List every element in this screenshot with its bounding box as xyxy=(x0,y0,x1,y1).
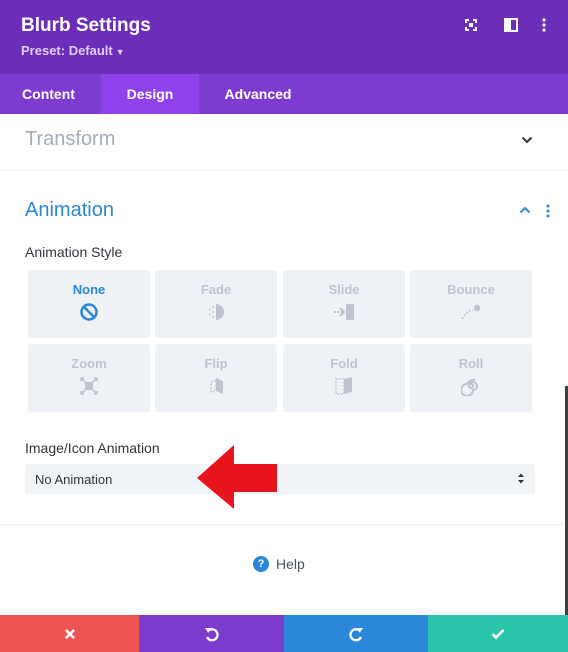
bounce-icon xyxy=(461,304,481,320)
caret-down-icon: ▼ xyxy=(115,47,125,57)
animation-option-fold[interactable]: Fold xyxy=(283,344,405,412)
section-divider xyxy=(0,170,568,171)
section-divider xyxy=(0,524,568,525)
tab-bar: Content Design Advanced xyxy=(0,74,568,114)
more-vertical-icon[interactable] xyxy=(536,17,552,33)
animation-option-slide[interactable]: Slide xyxy=(283,270,405,338)
animation-option-roll[interactable]: Roll xyxy=(410,344,532,412)
undo-button[interactable] xyxy=(139,615,284,652)
animation-style-grid: None Fade Slide Bounce Zoom Flip Fold Ro… xyxy=(28,270,532,412)
animation-option-fade[interactable]: Fade xyxy=(155,270,277,338)
settings-header: Blurb Settings Preset: Default ▼ xyxy=(0,0,568,74)
redo-button[interactable] xyxy=(284,615,428,652)
animation-option-none[interactable]: None xyxy=(28,270,150,338)
tab-advanced[interactable]: Advanced xyxy=(199,74,317,114)
discard-button[interactable] xyxy=(0,615,139,652)
select-arrows-icon xyxy=(518,473,524,484)
ban-icon xyxy=(80,303,98,321)
option-label: Bounce xyxy=(447,282,495,297)
animation-option-bounce[interactable]: Bounce xyxy=(410,270,532,338)
animation-style-label: Animation Style xyxy=(25,244,123,260)
fade-icon xyxy=(209,304,224,320)
chevron-down-icon[interactable] xyxy=(521,135,533,145)
modal-title: Blurb Settings xyxy=(21,15,151,36)
option-label: Flip xyxy=(204,356,228,371)
option-label: Fold xyxy=(330,356,358,371)
preset-label: Preset: Default xyxy=(21,43,113,58)
sidebar-icon[interactable] xyxy=(503,17,519,33)
zoom-icon xyxy=(80,377,98,395)
expand-icon[interactable] xyxy=(463,17,479,33)
check-icon xyxy=(491,628,505,639)
select-value: No Animation xyxy=(35,472,113,487)
help-label: Help xyxy=(276,556,305,572)
section-more-icon[interactable] xyxy=(544,204,552,218)
animation-option-zoom[interactable]: Zoom xyxy=(28,344,150,412)
animation-option-flip[interactable]: Flip xyxy=(155,344,277,412)
image-icon-animation-select[interactable]: No Animation xyxy=(25,464,535,494)
chevron-up-icon[interactable] xyxy=(519,205,531,215)
transform-section-toggle[interactable]: Transform xyxy=(25,128,115,151)
image-icon-animation-label: Image/Icon Animation xyxy=(25,440,160,456)
annotation-arrow-icon xyxy=(197,445,277,509)
option-label: Fade xyxy=(200,282,232,297)
save-button[interactable] xyxy=(428,615,568,652)
roll-icon xyxy=(461,378,478,396)
option-label: None xyxy=(72,282,106,297)
fold-icon xyxy=(335,377,352,395)
slide-icon xyxy=(334,304,354,320)
tab-content[interactable]: Content xyxy=(0,74,97,114)
option-label: Roll xyxy=(458,356,484,371)
undo-icon xyxy=(204,627,219,641)
option-label: Zoom xyxy=(71,356,107,371)
question-icon: ? xyxy=(253,556,269,572)
flip-icon xyxy=(210,378,223,394)
redo-icon xyxy=(349,627,363,641)
footer-action-bar xyxy=(0,615,568,652)
animation-section-toggle[interactable]: Animation xyxy=(25,199,114,222)
tab-design[interactable]: Design xyxy=(101,74,199,114)
close-icon xyxy=(64,628,75,639)
option-label: Slide xyxy=(328,282,360,297)
preset-selector[interactable]: Preset: Default ▼ xyxy=(21,43,125,58)
